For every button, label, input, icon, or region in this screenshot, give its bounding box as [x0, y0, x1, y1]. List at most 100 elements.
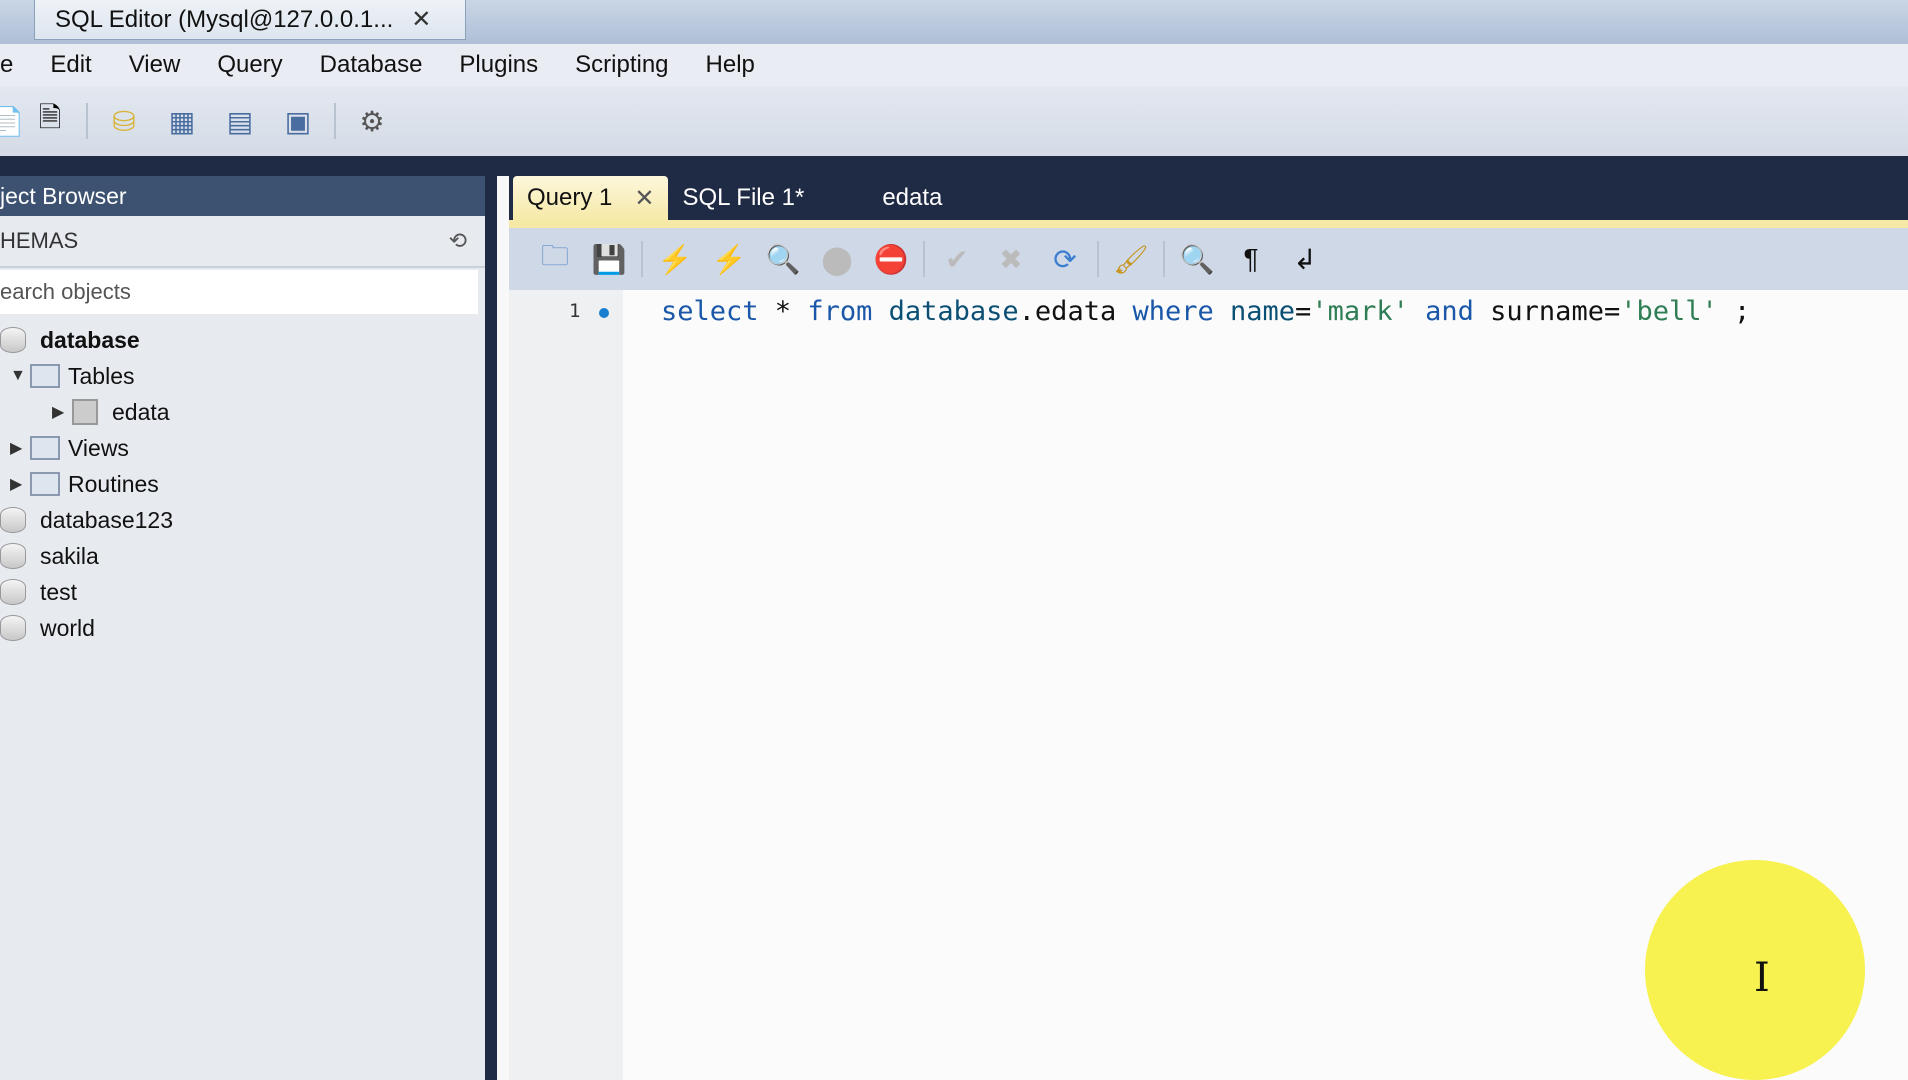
tree-item-tables[interactable]: ▼ Tables	[0, 358, 485, 394]
tree-label: Views	[68, 434, 129, 461]
search-input[interactable]: earch objects	[0, 270, 478, 314]
database-icon	[0, 579, 26, 605]
execute-icon[interactable]: ⚡	[653, 237, 697, 281]
window-tab[interactable]: SQL Editor (Mysql@127.0.0.1... ✕	[34, 0, 466, 40]
tree-label: database123	[40, 506, 174, 533]
schema-tree: database ▼ Tables ▶ edata ▶ Views ▶ Routines…	[0, 322, 485, 646]
tree-label: edata	[112, 398, 170, 425]
keyword: and	[1425, 296, 1474, 327]
invisible-chars-icon[interactable]: ¶	[1229, 237, 1273, 281]
execute-current-icon[interactable]: ⚡	[707, 237, 751, 281]
menu-edit[interactable]: Edit	[50, 51, 91, 79]
schemas-header: HEMAS ⟲	[0, 216, 485, 268]
tree-label: Tables	[68, 362, 135, 389]
commit-icon[interactable]: ✔	[935, 237, 979, 281]
database-icon	[0, 615, 26, 641]
stop-icon[interactable]: ⬤	[815, 237, 859, 281]
new-file-icon[interactable]: 📄	[0, 99, 24, 143]
menu-view[interactable]: View	[129, 51, 181, 79]
save-icon[interactable]: 💾	[587, 237, 631, 281]
keyword: select	[661, 296, 759, 327]
menu-scripting[interactable]: Scripting	[575, 51, 668, 79]
separator	[641, 241, 643, 277]
close-icon[interactable]: ✕	[411, 5, 431, 34]
find-icon[interactable]: 🔍	[1175, 237, 1219, 281]
close-icon[interactable]: ✕	[634, 184, 654, 213]
tree-item-test[interactable]: test	[0, 574, 485, 610]
toggle-error-icon[interactable]: ⛔	[869, 237, 913, 281]
collapse-arrow-icon[interactable]: ▶	[10, 474, 30, 494]
menu-bar: e Edit View Query Database Plugins Scrip…	[0, 44, 1908, 86]
word-wrap-icon[interactable]: ↲	[1283, 237, 1327, 281]
statement-marker-icon	[599, 308, 609, 318]
folder-icon	[30, 472, 60, 496]
line-gutter: 1	[509, 290, 623, 1080]
tab-underline	[509, 220, 1908, 228]
autocommit-icon[interactable]: ⟳	[1043, 237, 1087, 281]
sql-code-line[interactable]: select * from database.edata where name=…	[661, 296, 1750, 327]
tree-item-world[interactable]: world	[0, 610, 485, 646]
create-view-icon[interactable]: ▤	[218, 99, 262, 143]
reconnect-icon[interactable]: ⚙	[350, 99, 394, 143]
folder-icon	[30, 364, 60, 388]
tab-query-1[interactable]: Query 1 ✕	[513, 176, 669, 220]
code-text: .edata	[1018, 296, 1133, 327]
tree-item-database[interactable]: database	[0, 322, 485, 358]
table-icon	[72, 399, 98, 425]
identifier: name	[1230, 296, 1296, 327]
collapse-arrow-icon[interactable]: ▶	[10, 438, 30, 458]
tree-item-database123[interactable]: database123	[0, 502, 485, 538]
tab-label: Query 1	[527, 184, 613, 211]
tree-item-routines[interactable]: ▶ Routines	[0, 466, 485, 502]
code-text: surname=	[1473, 296, 1621, 327]
tree-label: test	[40, 578, 78, 605]
tree-label: world	[40, 614, 95, 641]
object-browser: ject Browser HEMAS ⟲ earch objects databa…	[0, 176, 497, 1080]
create-schema-icon[interactable]: ⛁	[102, 99, 146, 143]
collapse-arrow-icon[interactable]: ▶	[52, 402, 72, 422]
code-text: ;	[1717, 296, 1751, 327]
string-literal: 'mark'	[1311, 296, 1409, 327]
open-sql-icon[interactable]: 🗎	[28, 99, 72, 143]
menu-help[interactable]: Help	[706, 51, 755, 79]
separator	[1163, 241, 1165, 277]
create-table-icon[interactable]: ▦	[160, 99, 204, 143]
tree-item-sakila[interactable]: sakila	[0, 538, 485, 574]
tab-sql-file-1[interactable]: SQL File 1*	[668, 176, 818, 220]
expand-arrow-icon[interactable]: ▼	[10, 367, 30, 385]
menu-database[interactable]: Database	[320, 51, 423, 79]
code-text: *	[758, 296, 808, 327]
tree-label: Routines	[68, 470, 159, 497]
create-routine-icon[interactable]: ▣	[276, 99, 320, 143]
explain-icon[interactable]: 🔍	[761, 237, 805, 281]
editor-toolbar: 🗀 💾 ⚡ ⚡ 🔍 ⬤ ⛔ ✔ ✖ ⟳ 🖌 🔍 ¶ ↲	[509, 228, 1908, 290]
editor-tabs: Query 1 ✕ SQL File 1* edata	[509, 176, 1908, 220]
tree-item-edata[interactable]: ▶ edata	[0, 394, 485, 430]
database-icon	[0, 507, 26, 533]
panel-header: ject Browser	[0, 176, 485, 216]
window-title: SQL Editor (Mysql@127.0.0.1...	[55, 5, 394, 33]
title-bar: SQL Editor (Mysql@127.0.0.1... ✕	[0, 0, 1908, 44]
tab-label: edata	[882, 184, 943, 211]
database-icon	[0, 543, 26, 569]
tab-label: SQL File 1*	[682, 184, 805, 211]
keyword: where	[1132, 296, 1214, 327]
menu-file[interactable]: e	[0, 51, 13, 79]
tab-edata[interactable]: edata	[868, 176, 956, 220]
tree-label: sakila	[40, 542, 99, 569]
schemas-label: HEMAS	[0, 228, 79, 253]
string-literal: 'bell'	[1620, 296, 1718, 327]
rollback-icon[interactable]: ✖	[989, 237, 1033, 281]
code-text: =	[1295, 296, 1312, 327]
menu-query[interactable]: Query	[217, 51, 282, 79]
tree-label: database	[40, 326, 140, 353]
tree-item-views[interactable]: ▶ Views	[0, 430, 485, 466]
separator	[334, 103, 336, 139]
refresh-icon[interactable]: ⟲	[449, 228, 467, 254]
open-folder-icon[interactable]: 🗀	[533, 237, 577, 281]
beautify-icon[interactable]: 🖌	[1109, 237, 1153, 281]
menu-plugins[interactable]: Plugins	[459, 51, 538, 79]
